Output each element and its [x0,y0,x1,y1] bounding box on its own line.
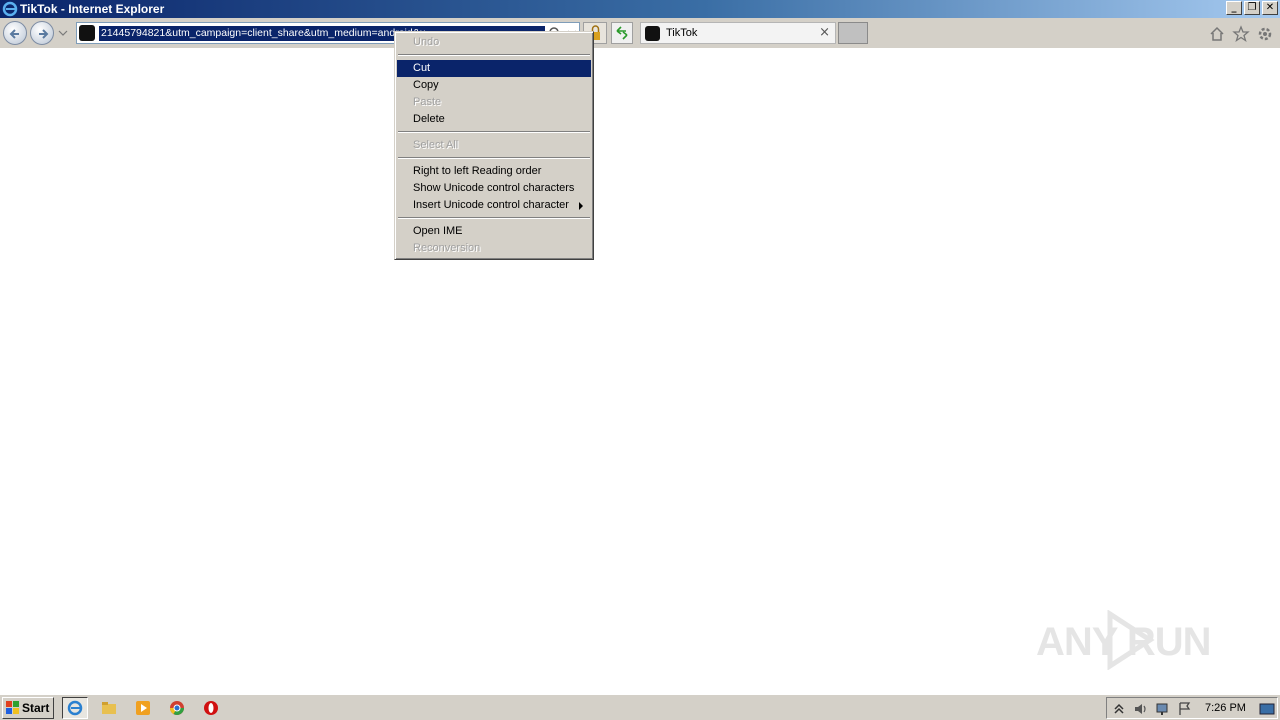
menu-item-rtl-reading-order[interactable]: Right to left Reading order [397,163,591,180]
restore-button[interactable]: ❐ [1244,1,1260,15]
forward-icon [39,29,49,39]
tiktok-favicon-icon [645,26,660,41]
browser-toolbar: 21445794821&utm_campaign=client_share&ut… [0,18,1280,48]
back-button[interactable] [3,21,27,45]
menu-item-select-all[interactable]: Select All [397,137,591,154]
menu-separator [398,54,590,56]
menu-separator [398,157,590,159]
taskbar-chrome-button[interactable] [164,697,190,719]
minimize-button[interactable]: _ [1226,1,1242,15]
submenu-arrow-icon [579,202,583,210]
forward-button[interactable] [30,21,54,45]
menu-item-copy[interactable]: Copy [397,77,591,94]
window-controls: _ ❐ ✕ [1226,1,1278,15]
menu-item-reconversion[interactable]: Reconversion [397,240,591,257]
tab-title: TikTok [666,27,698,39]
tiktok-favicon-icon [79,25,95,41]
system-tray: 7:26 PM [1106,697,1278,719]
close-button[interactable]: ✕ [1262,1,1278,15]
play-logo-icon [1107,610,1155,670]
show-desktop-icon[interactable] [1259,701,1275,717]
menu-item-delete[interactable]: Delete [397,111,591,128]
refresh-icon [616,26,628,40]
action-center-flag-icon[interactable] [1177,701,1193,717]
chrome-icon [170,701,184,715]
menu-item-paste[interactable]: Paste [397,94,591,111]
menu-item-insert-unicode[interactable]: Insert Unicode control character [397,197,591,214]
tab-close-icon[interactable]: × [819,25,830,40]
history-dropdown-icon[interactable] [58,28,68,38]
tools-icon[interactable] [1256,25,1274,43]
menu-separator [398,217,590,219]
context-menu: Undo Cut Copy Paste Delete Select All Ri… [394,31,594,260]
taskbar-media-player-button[interactable] [130,697,156,719]
taskbar: Start 7:26 PM [0,694,1280,720]
show-hidden-icons-icon[interactable] [1111,701,1127,717]
menu-item-open-ime[interactable]: Open IME [397,223,591,240]
taskbar-opera-button[interactable] [198,697,224,719]
tab-tiktok[interactable]: TikTok × [640,22,836,44]
volume-icon[interactable] [1133,701,1149,717]
menu-item-show-unicode[interactable]: Show Unicode control characters [397,180,591,197]
quick-launch [62,697,224,719]
window-title: TikTok - Internet Explorer [20,2,165,16]
start-label: Start [22,701,50,715]
taskbar-ie-button[interactable] [62,697,88,719]
folder-icon [102,702,116,714]
menu-item-label: Insert Unicode control character [413,199,569,211]
toolbar-right-icons [1208,25,1274,43]
menu-separator [398,131,590,133]
ie-icon [67,700,83,716]
media-player-icon [136,701,150,715]
menu-item-cut[interactable]: Cut [397,60,591,77]
refresh-button[interactable] [611,22,633,44]
windows-flag-icon [6,701,19,714]
home-icon[interactable] [1208,25,1226,43]
taskbar-explorer-button[interactable] [96,697,122,719]
clock[interactable]: 7:26 PM [1205,702,1246,714]
ie-logo-icon [2,1,18,17]
menu-item-undo[interactable]: Undo [397,34,591,51]
network-icon[interactable] [1155,701,1171,717]
start-button[interactable]: Start [2,697,54,719]
back-icon [9,29,19,39]
opera-icon [204,701,218,715]
favorites-icon[interactable] [1232,25,1250,43]
new-tab-button[interactable] [838,22,868,44]
window-titlebar[interactable]: TikTok - Internet Explorer _ ❐ ✕ [0,0,1280,18]
anyrun-watermark: ANY RUN [1036,606,1236,672]
